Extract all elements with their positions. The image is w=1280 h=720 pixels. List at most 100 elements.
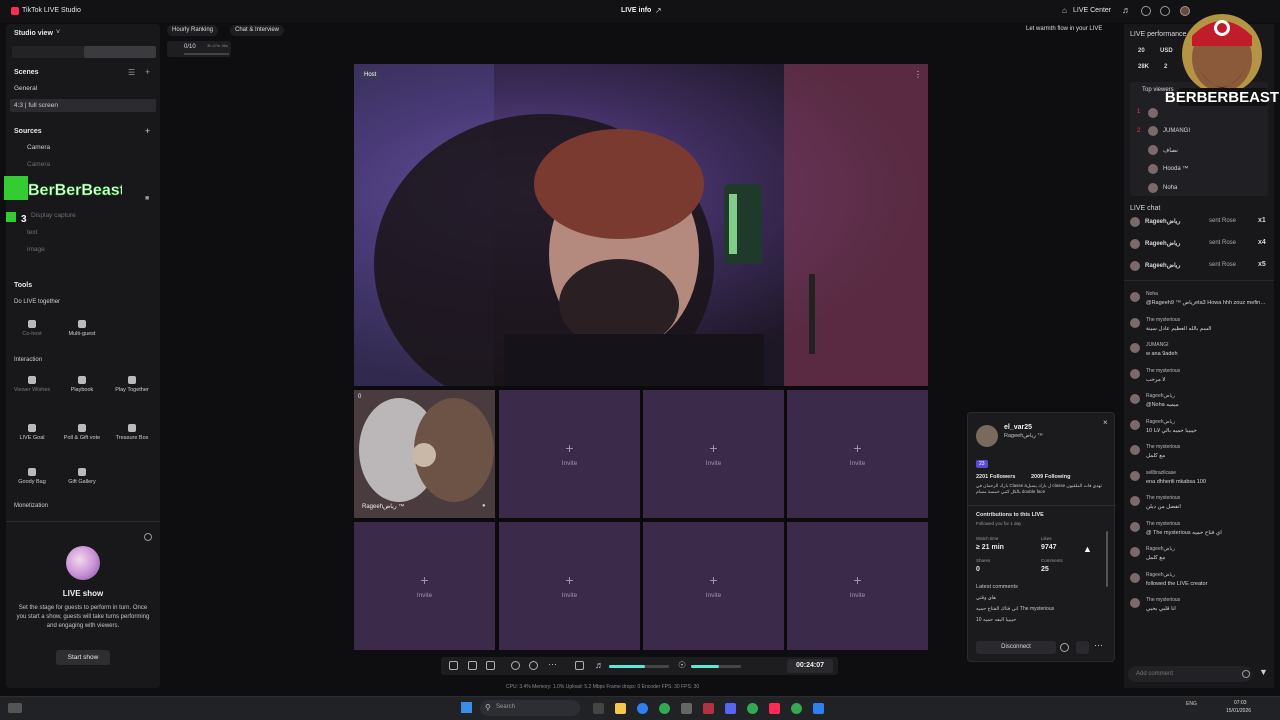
chat-message[interactable]: Rageehرياض حيبيبا حميه بالي لانا 10 <box>1124 418 1274 442</box>
top-viewer-name[interactable]: Hooda ™ <box>1163 166 1188 172</box>
chat-username[interactable]: Rageehرياض <box>1146 546 1175 552</box>
chat-message[interactable]: Rageehرياض followed the LIVE creator <box>1124 571 1274 595</box>
disconnect-button[interactable]: Disconnect <box>976 641 1056 654</box>
top-viewer-name[interactable]: نصاف <box>1163 147 1178 154</box>
avatar[interactable] <box>1130 496 1140 506</box>
bell-icon[interactable]: ♬ <box>1122 5 1131 15</box>
speaker-icon[interactable]: ♬ <box>595 660 604 670</box>
chat-username[interactable]: Noha <box>1146 291 1158 297</box>
more-icon[interactable]: ⋯ <box>1094 640 1103 651</box>
chat-message[interactable]: Noha @Rageehرياض ™ 9eta3 Howa hhh zouz me… <box>1124 290 1274 314</box>
chat-username[interactable]: The mysterious <box>1146 521 1180 527</box>
app-icon[interactable] <box>681 703 692 714</box>
chat-message[interactable]: The mysterious لا مرحب <box>1124 367 1274 391</box>
mic-slider[interactable] <box>691 665 741 668</box>
layout-icon[interactable] <box>468 661 477 670</box>
help-icon[interactable] <box>144 533 152 541</box>
source-item[interactable]: image <box>27 246 45 253</box>
task-view-icon[interactable] <box>593 703 604 714</box>
top-viewer-name[interactable]: JUMANGI <box>1163 128 1190 134</box>
effects-icon[interactable] <box>449 661 458 670</box>
chrome-icon[interactable] <box>747 703 758 714</box>
play-together-tool[interactable]: Play Together <box>110 372 154 406</box>
tiktok-icon[interactable] <box>769 703 780 714</box>
live-info-title[interactable]: LIVE info <box>621 7 651 14</box>
live-goal-tool[interactable]: LIVE Goal <box>10 420 54 454</box>
chat-message[interactable]: Rageehرياض مع كلمل <box>1124 545 1274 569</box>
contributions-title[interactable]: Contributions to this LIVE <box>976 512 1044 518</box>
record-icon[interactable] <box>511 661 520 670</box>
gift-sender[interactable]: Rageehرياض <box>1145 240 1180 247</box>
guest-slot-invite[interactable]: + Invite <box>354 522 495 650</box>
filter-icon[interactable]: ▼ <box>1259 667 1268 677</box>
volume-slider[interactable] <box>609 665 669 668</box>
chat-username[interactable]: Rageehرياض <box>1146 419 1175 425</box>
chat-username[interactable]: The mysterious <box>1146 495 1180 501</box>
guest-slot-invite[interactable]: + Invite <box>643 522 784 650</box>
studio-view-dropdown[interactable]: Studio view <box>14 30 53 37</box>
mic-icon[interactable]: ● <box>482 503 486 509</box>
landscape-view-toggle[interactable] <box>84 46 156 58</box>
lock-icon[interactable]: ■ <box>145 195 149 202</box>
avatar[interactable] <box>1130 292 1140 302</box>
app-icon[interactable] <box>703 703 714 714</box>
language-indicator[interactable]: ENG <box>1186 701 1197 707</box>
source-item[interactable]: text <box>27 229 37 236</box>
avatar[interactable] <box>1130 572 1140 583</box>
chat-message[interactable]: The mysterious مع كلمل <box>1124 443 1274 467</box>
add-scene-icon[interactable]: + <box>145 67 150 77</box>
portrait-view-toggle[interactable] <box>12 46 84 58</box>
avatar[interactable] <box>1130 470 1140 481</box>
treasure-box-tool[interactable]: Treasure Box <box>110 420 154 454</box>
gift-sender[interactable]: Rageehرياض <box>1145 218 1180 225</box>
viewer-wishes-tool[interactable]: Viewer Wishes <box>10 372 54 406</box>
avatar[interactable] <box>1130 343 1140 353</box>
guest-slot-1[interactable]: 0 Rageehرياض ™ ● <box>354 390 495 518</box>
avatar[interactable] <box>1130 521 1140 532</box>
avatar[interactable] <box>1130 317 1140 328</box>
host-video[interactable]: Host ⋮ <box>354 64 928 386</box>
chat-username[interactable]: The mysterious <box>1146 444 1180 450</box>
goody-bag-tool[interactable]: Goody Bag <box>10 464 54 498</box>
chat-interview-tag[interactable]: Chat & Interview <box>230 25 285 36</box>
chat-username[interactable]: JUMANGI <box>1146 342 1169 348</box>
chat-message[interactable]: The mysterious انا قلبي بحبي <box>1124 596 1274 620</box>
chat-username[interactable]: The mysterious <box>1146 317 1180 323</box>
clock-time[interactable]: 07:03 <box>1234 700 1247 706</box>
source-item[interactable]: Camera <box>27 161 50 168</box>
gift-sender[interactable]: Rageehرياض <box>1145 262 1180 269</box>
clock-date[interactable]: 15/01/2026 <box>1226 708 1251 714</box>
avatar[interactable] <box>1130 547 1140 557</box>
list-icon[interactable]: ☰ <box>128 68 135 77</box>
guest-slot-invite[interactable]: + Invite <box>499 390 640 518</box>
guest-slot-invite[interactable]: + Invite <box>499 522 640 650</box>
audio-mixer-icon[interactable] <box>575 661 584 670</box>
co-host-tool[interactable]: Co-host <box>10 316 54 350</box>
avatar[interactable] <box>1130 394 1140 404</box>
chat-message[interactable]: The mysterious @ The mysterious اي فتاح ح… <box>1124 520 1274 544</box>
emoji-icon[interactable] <box>1242 670 1250 678</box>
avatar[interactable] <box>1130 598 1140 608</box>
gift-gallery-tool[interactable]: Gift Gallery <box>60 464 104 498</box>
source-item[interactable]: Camera <box>27 144 50 151</box>
playbook-tool[interactable]: Playbook <box>60 372 104 406</box>
screen-icon[interactable] <box>486 661 495 670</box>
camera-settings-icon[interactable] <box>529 661 538 670</box>
chat-username[interactable]: Rageehرياض <box>1146 393 1175 399</box>
close-icon[interactable]: × <box>1103 418 1108 427</box>
chat-username[interactable]: Rageehرياض <box>1146 572 1175 578</box>
app-icon[interactable] <box>813 703 824 714</box>
chat-message[interactable]: JUMANGI w ana 9adeh <box>1124 341 1274 365</box>
more-options-icon[interactable]: ⋮ <box>914 70 922 79</box>
poll-tool[interactable]: Poll & Gift vote <box>60 420 104 454</box>
guest-slot-invite[interactable]: + Invite <box>787 522 928 650</box>
avatar[interactable] <box>1130 419 1140 430</box>
avatar[interactable] <box>1130 368 1140 379</box>
chat-message[interactable]: The mysterious السم بالله العظيم عادل سين… <box>1124 316 1274 340</box>
chrome-icon[interactable] <box>659 703 670 714</box>
weather-icon[interactable] <box>8 703 22 713</box>
windows-start-icon[interactable] <box>461 702 472 713</box>
add-source-icon[interactable]: + <box>145 126 150 136</box>
multi-guest-tool[interactable]: Multi-guest <box>60 316 104 350</box>
scrollbar[interactable] <box>1106 531 1108 587</box>
